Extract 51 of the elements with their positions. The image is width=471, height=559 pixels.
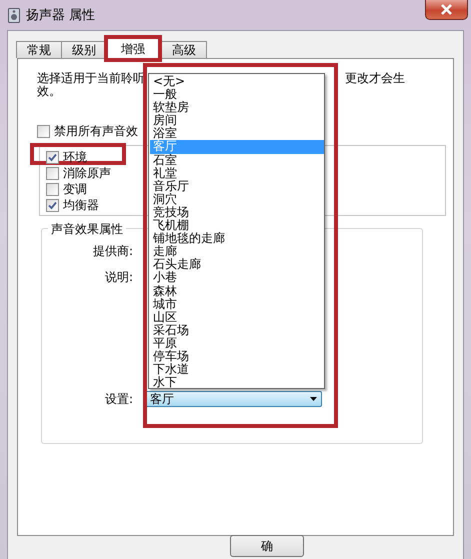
dropdown-option[interactable]: 平原 — [150, 336, 324, 350]
dropdown-option[interactable]: 石室 — [150, 154, 324, 167]
checkbox[interactable] — [46, 198, 59, 212]
checkbox[interactable] — [46, 166, 59, 180]
checkbox-label: 消除原声 — [63, 166, 111, 180]
description-text: 选择适用于当前聆听 — [37, 72, 145, 85]
dropdown-option[interactable]: 水下 — [150, 376, 324, 390]
close-icon — [440, 4, 453, 15]
settings-dropdown[interactable]: 客厅 — [145, 391, 322, 407]
dropdown-option[interactable]: 山区 — [150, 310, 324, 324]
tab[interactable]: 高级 — [161, 41, 207, 58]
group-title: 声音效果属性 — [48, 221, 126, 238]
dropdown-option[interactable]: 城市 — [150, 298, 324, 311]
field-label: 提供商: — [92, 243, 133, 260]
dropdown-option[interactable]: 走廊 — [150, 245, 324, 258]
speaker-icon — [8, 8, 20, 22]
dropdown-option[interactable]: 房间 — [150, 114, 324, 128]
dropdown-option[interactable]: 一般 — [150, 88, 324, 102]
dialog-button[interactable]: 确 — [230, 535, 304, 557]
dropdown-option[interactable]: 软垫房 — [150, 101, 324, 114]
dropdown-option[interactable]: 铺地毯的走廊 — [150, 232, 324, 246]
close-button[interactable] — [425, 0, 468, 20]
checkbox[interactable] — [46, 182, 59, 196]
dropdown-option[interactable]: 小巷 — [150, 271, 324, 284]
checkbox-label: 变调 — [63, 182, 87, 196]
field-label: 说明: — [104, 269, 133, 286]
dropdown-option[interactable]: 浴室 — [150, 127, 324, 140]
dropdown-option[interactable]: 音乐厅 — [150, 180, 324, 193]
checkbox[interactable] — [46, 150, 59, 164]
description-text: 更改才会生 — [345, 72, 405, 85]
tab[interactable]: 常规 — [16, 41, 62, 58]
tab[interactable]: 级别 — [61, 41, 107, 58]
checkbox-label: 均衡器 — [63, 198, 99, 212]
window-title: 扬声器 属性 — [26, 7, 96, 24]
dropdown-option[interactable]: 停车场 — [150, 350, 324, 364]
dropdown-option[interactable]: 竞技场 — [150, 206, 324, 220]
tab[interactable]: 增强 — [107, 38, 159, 59]
dropdown-option[interactable]: 礼堂 — [150, 166, 324, 180]
caret-icon — [310, 397, 317, 401]
checkbox-label: 禁用所有声音效 — [54, 124, 138, 138]
dropdown-option[interactable]: 洞穴 — [150, 192, 324, 206]
dropdown-option[interactable]: 采石场 — [150, 324, 324, 337]
dropdown-option[interactable]: 下水道 — [150, 363, 324, 376]
dropdown-option[interactable]: 森林 — [150, 284, 324, 298]
field-label: 设置: — [104, 391, 133, 408]
dropdown-option[interactable]: 石头走廊 — [150, 258, 324, 272]
checkbox[interactable] — [37, 124, 50, 138]
dropdown-option[interactable]: 飞机棚 — [150, 219, 324, 232]
description-text: 效。 — [37, 85, 61, 98]
dropdown-option[interactable]: <无> — [150, 75, 324, 88]
checkbox-label: 环境 — [63, 150, 87, 164]
